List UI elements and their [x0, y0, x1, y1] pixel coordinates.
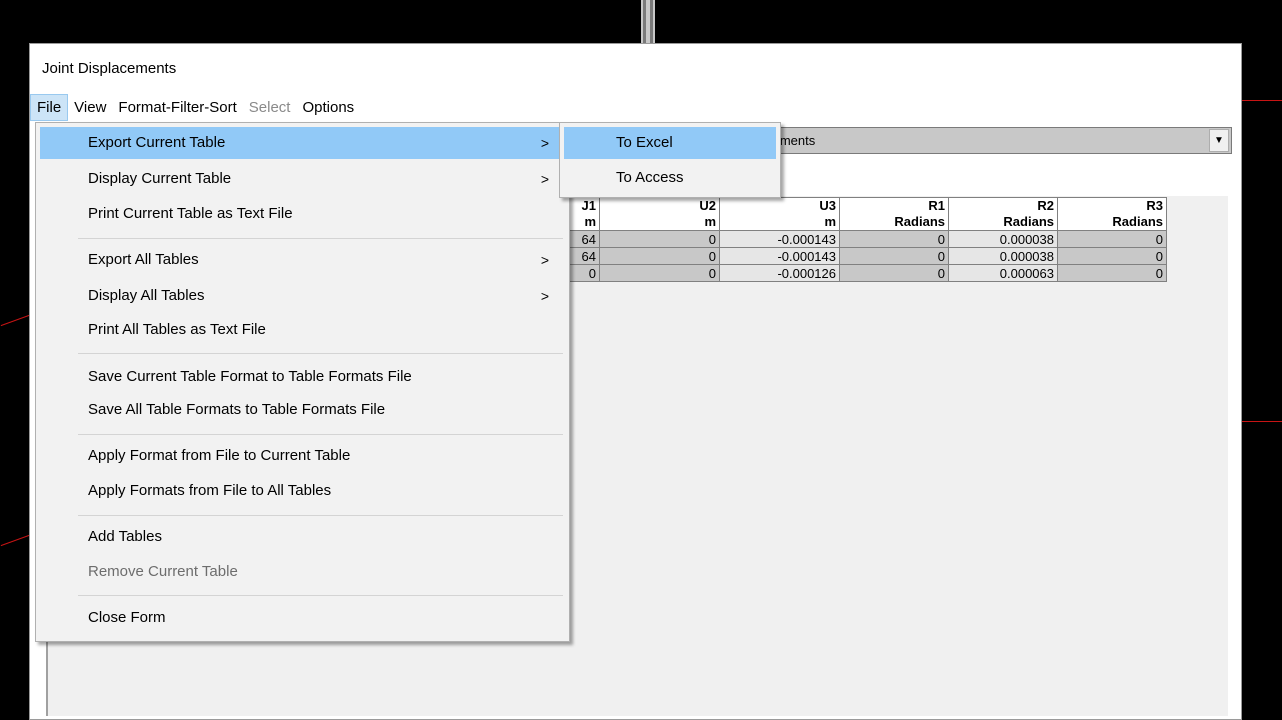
table-cell[interactable]: 0	[839, 247, 949, 265]
menu-item-apply-formats-all-tables[interactable]: Apply Formats from File to All Tables	[40, 475, 565, 507]
menu-options[interactable]: Options	[296, 95, 360, 120]
menu-item-label: Print Current Table as Text File	[88, 205, 293, 222]
chevron-down-icon[interactable]: ▼	[1209, 129, 1229, 152]
table-row[interactable]: 0 0 -0.000126 0 0.000063 0	[558, 264, 1167, 282]
table-cell[interactable]: 0	[839, 230, 949, 248]
column-header-r2[interactable]: R2 Radians	[948, 197, 1058, 231]
submenu-item-to-excel[interactable]: To Excel	[564, 127, 776, 159]
menu-file[interactable]: File	[30, 93, 69, 121]
table-row[interactable]: 64 0 -0.000143 0 0.000038 0	[558, 230, 1167, 248]
menu-item-label: Remove Current Table	[88, 563, 238, 580]
table-cell[interactable]: 0.000038	[948, 247, 1058, 265]
column-header-u3[interactable]: U3 m	[719, 197, 840, 231]
model-line	[1242, 100, 1282, 101]
menu-item-label: Add Tables	[88, 528, 162, 545]
menu-separator	[78, 434, 563, 435]
menu-item-export-all-tables[interactable]: Export All Tables >	[40, 244, 565, 276]
menu-separator	[78, 353, 563, 354]
menu-item-label: Apply Format from File to Current Table	[88, 447, 351, 464]
file-menu-dropdown: Export Current Table > Display Current T…	[35, 122, 570, 642]
table-cell[interactable]: 0	[599, 264, 720, 282]
chevron-right-icon: >	[540, 171, 549, 187]
splitter-grip	[643, 0, 646, 44]
chevron-right-icon: >	[540, 252, 549, 268]
menu-item-save-current-table-format[interactable]: Save Current Table Format to Table Forma…	[40, 361, 565, 393]
menu-item-display-current-table[interactable]: Display Current Table >	[40, 163, 565, 195]
results-table: J1 m U2 m U3 m R1 Radians R2 Radians R3 Radian…	[558, 197, 1167, 282]
menu-item-print-all-tables[interactable]: Print All Tables as Text File	[40, 314, 565, 346]
menu-item-export-current-table[interactable]: Export Current Table >	[40, 127, 565, 159]
table-cell[interactable]: 0	[1057, 230, 1167, 248]
menu-item-remove-current-table: Remove Current Table	[40, 556, 565, 588]
table-cell[interactable]: -0.000143	[719, 247, 840, 265]
table-cell[interactable]: 0.000038	[948, 230, 1058, 248]
menu-item-label: Apply Formats from File to All Tables	[88, 482, 332, 499]
menu-bar: File View Format-Filter-Sort Select Opti…	[30, 93, 1241, 121]
chevron-right-icon: >	[540, 135, 549, 151]
menu-item-label: Print All Tables as Text File	[88, 321, 266, 338]
splitter-grip	[650, 0, 653, 44]
column-header-u2[interactable]: U2 m	[599, 197, 720, 231]
menu-item-label: Close Form	[88, 609, 166, 626]
chevron-right-icon: >	[540, 288, 549, 304]
submenu-item-to-access[interactable]: To Access	[564, 162, 776, 194]
menu-item-display-all-tables[interactable]: Display All Tables >	[40, 280, 565, 312]
menu-item-label: Display Current Table	[88, 170, 232, 187]
menu-item-label: To Access	[616, 169, 684, 186]
menu-item-label: Display All Tables	[88, 287, 205, 304]
export-submenu: To Excel To Access	[559, 122, 781, 198]
menu-item-label: Export Current Table	[88, 134, 226, 151]
table-row[interactable]: 64 0 -0.000143 0 0.000038 0	[558, 247, 1167, 265]
menu-item-label: Save All Table Formats to Table Formats …	[88, 401, 386, 418]
model-line	[0, 534, 30, 547]
menu-format-filter-sort[interactable]: Format-Filter-Sort	[112, 95, 242, 120]
table-cell[interactable]: 0	[599, 230, 720, 248]
table-cell[interactable]: 0	[599, 247, 720, 265]
menu-item-label: Export All Tables	[88, 251, 199, 268]
menu-select: Select	[248, 98, 291, 116]
form-title: Joint Displacements	[42, 60, 177, 77]
menu-item-label: To Excel	[616, 134, 673, 151]
menu-item-save-all-table-formats[interactable]: Save All Table Formats to Table Formats …	[40, 394, 565, 426]
menu-separator	[78, 238, 563, 239]
menu-item-add-tables[interactable]: Add Tables	[40, 521, 565, 553]
menu-separator	[78, 595, 563, 596]
model-line	[0, 314, 30, 327]
table-cell[interactable]: 0.000063	[948, 264, 1058, 282]
table-cell[interactable]: 0	[1057, 264, 1167, 282]
model-line	[1242, 421, 1282, 422]
table-cell[interactable]: 0	[1057, 247, 1167, 265]
menu-item-label: Save Current Table Format to Table Forma…	[88, 368, 412, 385]
column-header-r3[interactable]: R3 Radians	[1057, 197, 1167, 231]
table-cell[interactable]: -0.000143	[719, 230, 840, 248]
window-splitter[interactable]	[641, 0, 655, 44]
menu-item-apply-format-current-table[interactable]: Apply Format from File to Current Table	[40, 440, 565, 472]
menu-item-print-current-table[interactable]: Print Current Table as Text File	[40, 198, 565, 230]
menu-item-close-form[interactable]: Close Form	[40, 602, 565, 634]
table-cell[interactable]: 0	[839, 264, 949, 282]
menu-view[interactable]: View	[68, 95, 112, 120]
table-header-row: J1 m U2 m U3 m R1 Radians R2 Radians R3 Radian…	[558, 197, 1167, 231]
table-cell[interactable]: -0.000126	[719, 264, 840, 282]
menu-separator	[78, 515, 563, 516]
column-header-r1[interactable]: R1 Radians	[839, 197, 949, 231]
